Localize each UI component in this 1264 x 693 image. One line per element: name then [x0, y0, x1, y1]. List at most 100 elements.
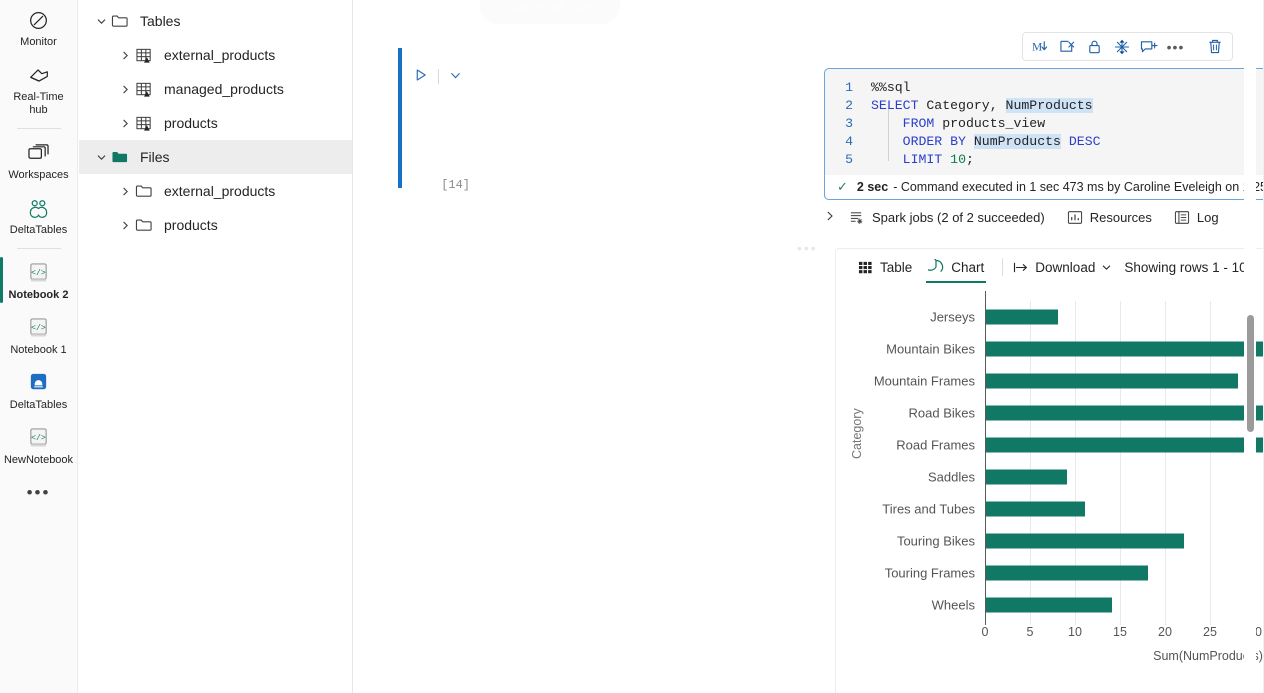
run-cell-button[interactable]: [414, 68, 428, 85]
x-tick-label: 15: [1113, 625, 1127, 639]
resources-item[interactable]: Resources: [1067, 210, 1152, 225]
folder-outline-icon: [135, 217, 161, 233]
spark-jobs-icon: [848, 210, 865, 225]
chevron-right-icon[interactable]: [115, 186, 135, 197]
tree-label: external_products: [161, 47, 275, 63]
tree-node-files[interactable]: Files: [79, 140, 352, 174]
bar[interactable]: [986, 342, 1264, 357]
rail-label: Real-Time hub: [4, 91, 74, 117]
rail-item-monitor[interactable]: Monitor: [0, 0, 78, 55]
tree-label: products: [161, 115, 218, 131]
rail-item-notebook-2[interactable]: </> Notebook 2: [0, 253, 78, 308]
line-number: 3: [825, 115, 871, 133]
line-number: 1: [825, 79, 871, 97]
rail-label: Notebook 1: [4, 344, 74, 357]
chevron-right-icon[interactable]: [115, 84, 135, 95]
notebook-page: Monitor Real-Time hub Workspaces DeltaTa…: [0, 0, 1264, 693]
tab-label: Chart: [951, 260, 984, 275]
bar[interactable]: [986, 406, 1264, 421]
tree-node-managed-products-table[interactable]: managed_products: [79, 72, 352, 106]
rail-more-button[interactable]: •••: [27, 483, 51, 503]
vertical-scrollbar-thumb[interactable]: [1247, 315, 1254, 432]
tree-label: Tables: [137, 13, 180, 29]
rail-item-deltatables-lakehouse[interactable]: DeltaTables: [0, 363, 78, 418]
chevron-right-icon[interactable]: [824, 210, 836, 225]
tree-node-external-products-folder[interactable]: external_products: [79, 174, 352, 208]
rail-item-workspaces[interactable]: Workspaces: [0, 133, 78, 188]
category-label: Wheels: [932, 598, 975, 613]
chevron-right-icon[interactable]: [115, 118, 135, 129]
tab-table[interactable]: Table: [850, 250, 920, 284]
execution-detail: - Command executed in 1 sec 473 ms by Ca…: [893, 180, 1264, 194]
deltatables-group-icon: [24, 195, 54, 221]
active-cell-indicator: [398, 48, 402, 188]
x-tick-label: 10: [1068, 625, 1082, 639]
download-button[interactable]: Download: [1013, 260, 1112, 275]
success-check-icon: ✓: [837, 179, 848, 195]
notebook-icon: </>: [24, 425, 54, 451]
cell-run-controls: [14]: [414, 68, 470, 85]
more-options-icon[interactable]: •••: [1163, 34, 1188, 59]
line-text: %%sql: [871, 79, 911, 97]
tree-node-tables[interactable]: Tables: [79, 4, 352, 38]
chevron-down-icon[interactable]: [91, 152, 111, 163]
bar[interactable]: [986, 374, 1238, 389]
x-tick-label: 20: [1158, 625, 1172, 639]
left-navigation-rail: Monitor Real-Time hub Workspaces DeltaTa…: [0, 0, 78, 693]
tree-node-products-table[interactable]: products: [79, 106, 352, 140]
freeze-icon[interactable]: [1109, 34, 1134, 59]
bar[interactable]: [986, 470, 1067, 485]
bar[interactable]: [986, 438, 1264, 453]
clear-output-icon[interactable]: [1055, 34, 1080, 59]
folder-outline-icon: [111, 13, 137, 29]
rail-item-realtime-hub[interactable]: Real-Time hub: [0, 55, 78, 123]
convert-to-markdown-icon[interactable]: M: [1028, 34, 1053, 59]
line-text: SELECT Category, NumProducts: [871, 97, 1093, 115]
cancel-all-jobs-button[interactable]: Cancel all jobs: [480, 0, 620, 24]
tree-label: Files: [137, 149, 170, 165]
bar[interactable]: [986, 598, 1112, 613]
monitor-icon: [24, 7, 54, 33]
cell-toolbar: M •••: [1022, 32, 1233, 61]
bar[interactable]: [986, 502, 1085, 517]
delete-cell-icon[interactable]: [1202, 34, 1227, 59]
rail-item-deltatables-group[interactable]: DeltaTables: [0, 188, 78, 243]
rail-divider: [17, 248, 61, 249]
x-tick-label: 0: [982, 625, 989, 639]
bar[interactable]: [986, 566, 1148, 581]
notebook-main-area: Cancel all jobs M •••: [354, 0, 1264, 693]
execution-duration: 2 sec: [857, 180, 888, 194]
tree-node-external-products-table[interactable]: external_products: [79, 38, 352, 72]
bar-chart: Category JerseysMountain BikesMountain F…: [836, 289, 1264, 693]
table-icon: [135, 47, 161, 64]
chevron-down-icon[interactable]: [91, 16, 111, 27]
log-item[interactable]: Log: [1174, 210, 1219, 225]
chevron-down-icon[interactable]: [449, 69, 462, 85]
code-line: 2 SELECT Category, NumProducts: [825, 97, 1264, 115]
add-comment-icon[interactable]: [1136, 34, 1161, 59]
category-label: Road Bikes: [909, 406, 975, 421]
chevron-right-icon[interactable]: [115, 220, 135, 231]
tree-label: managed_products: [161, 81, 284, 97]
cell-status-bar: ✓ 2 sec - Command executed in 1 sec 473 …: [824, 175, 1264, 200]
bar[interactable]: [986, 310, 1058, 325]
resources-icon: [1067, 210, 1083, 225]
rail-divider: [17, 128, 61, 129]
tree-node-products-folder[interactable]: products: [79, 208, 352, 242]
chart-plot-area: JerseysMountain BikesMountain FramesRoad…: [985, 301, 1264, 621]
spark-jobs-item[interactable]: Spark jobs (2 of 2 succeeded): [848, 210, 1045, 225]
code-line: 3 FROM products_view: [825, 115, 1264, 133]
execution-count: [14]: [414, 178, 470, 192]
bar[interactable]: [986, 534, 1184, 549]
output-more-button[interactable]: •••: [797, 240, 818, 256]
category-label: Road Frames: [896, 438, 975, 453]
rail-label: DeltaTables: [4, 224, 74, 237]
tree-label: products: [161, 217, 218, 233]
line-text: ORDER BY NumProducts DESC: [871, 133, 1101, 151]
tab-chart[interactable]: Chart: [920, 250, 992, 284]
notebook-icon: </>: [24, 260, 54, 286]
rail-item-notebook-1[interactable]: </> Notebook 1: [0, 308, 78, 363]
lock-icon[interactable]: [1082, 34, 1107, 59]
rail-item-newnotebook[interactable]: </> NewNotebook: [0, 418, 78, 473]
chevron-right-icon[interactable]: [115, 50, 135, 61]
